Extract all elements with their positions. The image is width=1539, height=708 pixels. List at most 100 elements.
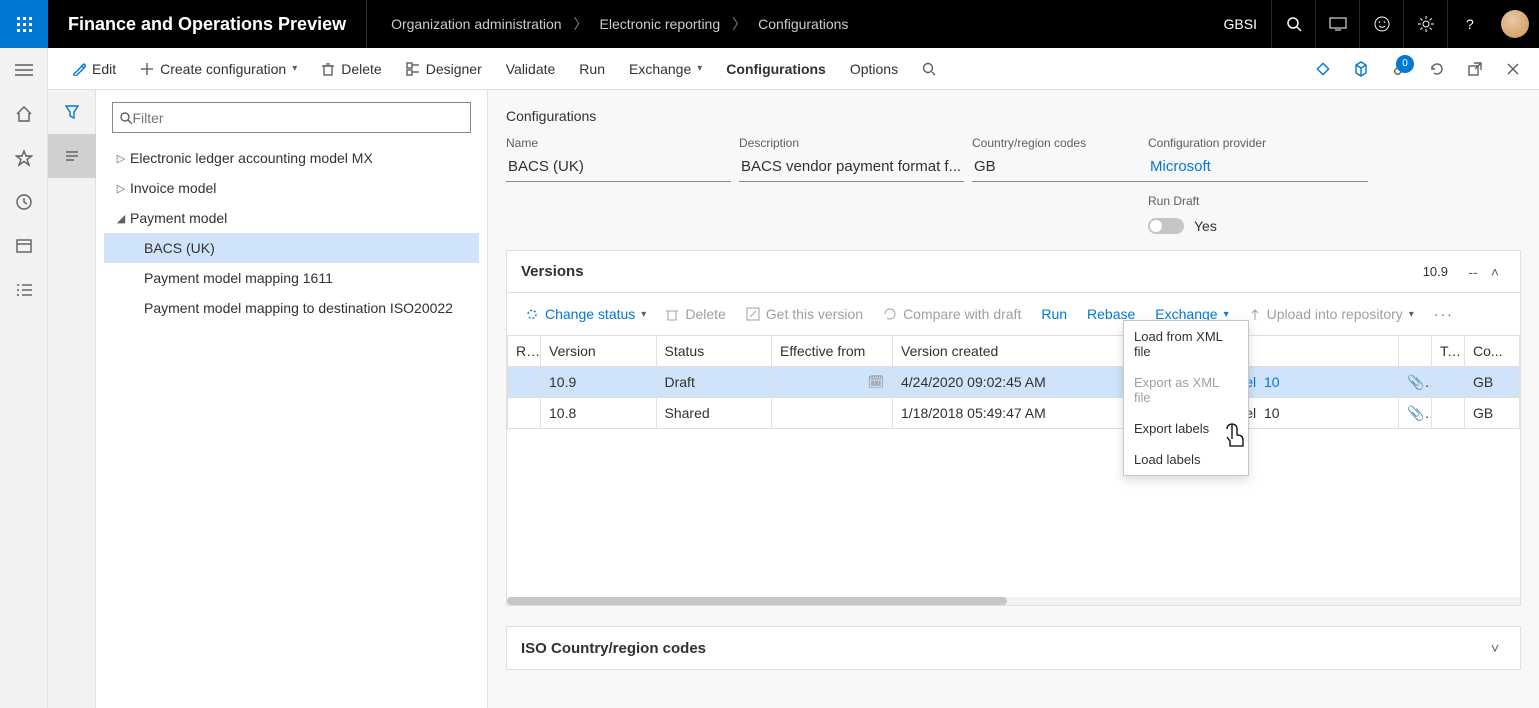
compare-icon [883,307,897,321]
col-t[interactable]: T... [1432,336,1465,367]
exchange-button[interactable]: Exchange ▾ [617,48,714,90]
col-rev[interactable]: R... [508,336,541,367]
tree-rail [48,90,96,708]
search-icon[interactable] [1271,0,1315,48]
col-effective[interactable]: Effective from [772,336,893,367]
home-icon[interactable] [0,92,48,136]
upload-repo-button[interactable]: Upload into repository ▾ [1239,293,1424,335]
desc-label: Description [739,136,964,150]
delete-label: Delete [341,61,381,77]
col-co[interactable]: Co... [1465,336,1520,367]
tree-node[interactable]: ◢ Payment model [104,203,479,233]
col-created[interactable]: Version created [893,336,1135,367]
diamond-icon[interactable] [1305,51,1341,87]
tree-node[interactable]: ▷ Invoice model [104,173,479,203]
options-button[interactable]: Options [838,48,910,90]
app-title: Finance and Operations Preview [48,14,366,35]
search-small-icon[interactable] [910,48,948,90]
tree-node[interactable]: Payment model mapping 1611 [104,263,479,293]
expander-icon[interactable]: ▷ [112,182,130,195]
box-icon[interactable] [1343,51,1379,87]
designer-button[interactable]: Designer [394,48,494,90]
country-label: Country/region codes [972,136,1140,150]
tree-node[interactable]: Payment model mapping to destination ISO… [104,293,479,323]
change-status-button[interactable]: Change status ▾ [515,293,656,335]
create-config-button[interactable]: Create configuration ▾ [128,48,309,90]
edit-icon [746,307,760,321]
expander-icon[interactable]: ▷ [112,152,130,165]
popout-icon[interactable] [1457,51,1493,87]
col-status[interactable]: Status [656,336,772,367]
lines-icon[interactable] [48,134,96,178]
emoji-icon[interactable] [1359,0,1403,48]
page-title: Configurations [506,108,1521,124]
breadcrumb-item[interactable]: Configurations [758,16,848,32]
attach-badge[interactable]: 0 [1381,51,1417,87]
breadcrumb: Organization administration 〉 Electronic… [367,14,848,34]
country-value[interactable]: GB [972,154,1172,182]
run-draft-toggle[interactable] [1148,218,1184,234]
plus-icon [140,62,154,76]
breadcrumb-item[interactable]: Organization administration [391,16,561,32]
avatar[interactable] [1491,10,1539,38]
left-rail [0,48,48,708]
chevron-down-icon[interactable]: ˅ [1484,640,1506,656]
attach-icon[interactable]: 📎 [1399,398,1432,429]
filter-input[interactable] [112,102,471,133]
tree-node[interactable]: ▷ Electronic ledger accounting model MX [104,143,479,173]
close-icon[interactable] [1495,51,1531,87]
gear-icon[interactable] [1403,0,1447,48]
dash-icon[interactable]: -- [1462,264,1484,280]
provider-value[interactable]: Microsoft [1148,154,1368,182]
attach-icon[interactable]: 📎 [1399,367,1432,398]
get-version-button[interactable]: Get this version [736,293,873,335]
list-icon[interactable] [0,268,48,312]
validate-button[interactable]: Validate [494,48,568,90]
breadcrumb-item[interactable]: Electronic reporting [600,16,721,32]
chevron-right-icon: 〉 [568,14,594,34]
tree-node-selected[interactable]: BACS (UK) [104,233,479,263]
run-draft-label: Run Draft [1148,194,1368,208]
hamburger-icon[interactable] [0,48,48,92]
menu-load-xml[interactable]: Load from XML file [1124,321,1248,367]
refresh-icon[interactable] [1419,51,1455,87]
node-label: Invoice model [130,180,216,196]
create-label: Create configuration [160,61,286,77]
calendar-icon[interactable]: 🗓 [867,374,884,390]
configurations-label: Configurations [726,61,826,77]
star-icon[interactable] [0,136,48,180]
menu-load-labels[interactable]: Load labels [1124,444,1248,475]
filter-field[interactable] [132,110,464,126]
chevron-right-icon: 〉 [726,14,752,34]
iso-title: ISO Country/region codes [521,640,706,657]
waffle-launcher[interactable] [0,0,48,48]
expander-icon[interactable]: ◢ [112,212,130,225]
node-label: Payment model mapping 1611 [144,270,333,286]
compare-button[interactable]: Compare with draft [873,293,1031,335]
table-row[interactable]: 10.9 Draft 🗓 4/24/2020 09:02:45 AM yment… [508,367,1520,398]
chevron-up-icon[interactable]: ˄ [1484,264,1506,280]
vt-run-button[interactable]: Run [1031,293,1077,335]
chevron-down-icon: ▾ [1224,309,1229,320]
device-icon[interactable] [1315,0,1359,48]
edit-button[interactable]: Edit [60,48,128,90]
hscroll[interactable] [507,597,1520,605]
validate-label: Validate [506,61,556,77]
module-icon[interactable] [0,224,48,268]
funnel-icon[interactable] [48,90,96,134]
vt-delete-button[interactable]: Delete [656,293,735,335]
trash-icon [321,62,335,76]
clock-icon[interactable] [0,180,48,224]
run-button[interactable]: Run [567,48,617,90]
chevron-down-icon: ▾ [641,309,646,320]
table-row[interactable]: 10.8 Shared 1/18/2018 05:49:47 AM KB4 ym… [508,398,1520,429]
desc-value[interactable]: BACS vendor payment format f... [739,154,964,182]
col-version[interactable]: Version [541,336,657,367]
name-value[interactable]: BACS (UK) [506,154,731,182]
delete-button[interactable]: Delete [309,48,393,90]
menu-export-labels[interactable]: Export labels [1124,413,1248,444]
more-icon[interactable]: ··· [1424,293,1464,335]
company-code[interactable]: GBSI [1210,16,1271,32]
configurations-tab[interactable]: Configurations [714,48,838,90]
help-icon[interactable]: ? [1447,0,1491,48]
